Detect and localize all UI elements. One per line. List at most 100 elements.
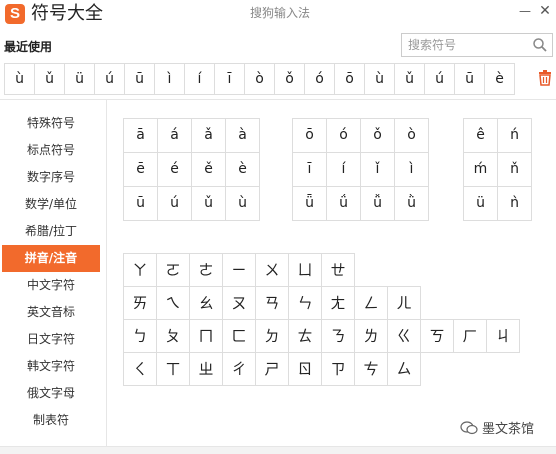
symbol-cell[interactable]: ǒ: [361, 119, 395, 153]
symbol-cell[interactable]: ㄎ: [420, 319, 454, 353]
recent-symbol-cell[interactable]: ü: [65, 64, 95, 94]
symbol-cell[interactable]: ê: [464, 119, 498, 153]
symbol-cell[interactable]: ㄈ: [222, 319, 256, 353]
symbol-cell[interactable]: à: [226, 119, 260, 153]
symbol-cell[interactable]: ㄓ: [189, 352, 223, 386]
symbol-cell[interactable]: ū: [124, 187, 158, 221]
recent-symbol-cell[interactable]: ù: [365, 64, 395, 94]
symbol-cell[interactable]: á: [158, 119, 192, 153]
symbol-cell[interactable]: ㄋ: [321, 319, 355, 353]
symbol-cell[interactable]: ㄛ: [156, 253, 190, 287]
symbol-cell[interactable]: ㄤ: [321, 286, 355, 320]
symbol-cell[interactable]: ㄐ: [486, 319, 520, 353]
symbol-cell[interactable]: ㄑ: [123, 352, 157, 386]
recent-symbol-cell[interactable]: ǔ: [35, 64, 65, 94]
symbol-cell[interactable]: ㄕ: [255, 352, 289, 386]
symbol-cell[interactable]: ㄏ: [453, 319, 487, 353]
symbol-cell[interactable]: ǐ: [361, 153, 395, 187]
symbol-cell[interactable]: ㄉ: [255, 319, 289, 353]
sidebar-item[interactable]: 特殊符号: [2, 110, 100, 137]
symbol-cell[interactable]: ì: [395, 153, 429, 187]
sidebar-item[interactable]: 日文字符: [2, 326, 100, 353]
symbol-cell[interactable]: í: [327, 153, 361, 187]
symbol-cell[interactable]: ī: [293, 153, 327, 187]
symbol-cell[interactable]: ㄅ: [123, 319, 157, 353]
recent-symbol-cell[interactable]: ō: [335, 64, 365, 94]
search-input[interactable]: [402, 34, 526, 56]
symbol-cell[interactable]: ǔ: [192, 187, 226, 221]
recent-symbol-cell[interactable]: í: [185, 64, 215, 94]
recent-symbol-cell[interactable]: ū: [455, 64, 485, 94]
sidebar-item[interactable]: 数学/单位: [2, 191, 100, 218]
sidebar-item[interactable]: 拼音/注音: [2, 245, 100, 272]
symbol-cell[interactable]: ǜ: [395, 187, 429, 221]
symbol-cell[interactable]: ㄍ: [387, 319, 421, 353]
symbol-cell[interactable]: ó: [327, 119, 361, 153]
recent-symbol-cell[interactable]: ǒ: [275, 64, 305, 94]
recent-symbol-cell[interactable]: è: [485, 64, 515, 94]
symbol-cell[interactable]: ㄠ: [189, 286, 223, 320]
sidebar-item[interactable]: 俄文字母: [2, 380, 100, 407]
symbol-cell[interactable]: ǚ: [361, 187, 395, 221]
symbol-cell[interactable]: è: [226, 153, 260, 187]
symbol-cell[interactable]: ㄥ: [354, 286, 388, 320]
symbol-cell[interactable]: ǎ: [192, 119, 226, 153]
symbol-cell[interactable]: ǘ: [327, 187, 361, 221]
symbol-cell[interactable]: ㄚ: [123, 253, 157, 287]
symbol-cell[interactable]: ň: [498, 153, 532, 187]
sidebar-item[interactable]: 英文音标: [2, 299, 100, 326]
symbol-cell[interactable]: ㄩ: [288, 253, 322, 287]
recent-symbol-cell[interactable]: ū: [125, 64, 155, 94]
symbol-cell[interactable]: ń: [498, 119, 532, 153]
symbol-cell[interactable]: ā: [124, 119, 158, 153]
symbol-cell[interactable]: é: [158, 153, 192, 187]
symbol-cell[interactable]: ㄆ: [156, 319, 190, 353]
symbol-cell[interactable]: ㄟ: [156, 286, 190, 320]
sidebar-item[interactable]: 制表符: [2, 407, 100, 434]
recent-symbol-cell[interactable]: ǔ: [395, 64, 425, 94]
symbol-cell[interactable]: ō: [293, 119, 327, 153]
sidebar-item[interactable]: 中文字符: [2, 272, 100, 299]
recent-symbol-cell[interactable]: ú: [95, 64, 125, 94]
sidebar-item[interactable]: 韩文字符: [2, 353, 100, 380]
recent-symbol-cell[interactable]: ó: [305, 64, 335, 94]
symbol-cell[interactable]: ǖ: [293, 187, 327, 221]
recent-symbol-cell[interactable]: ì: [155, 64, 185, 94]
symbol-cell[interactable]: ㄦ: [387, 286, 421, 320]
symbol-cell[interactable]: ㄡ: [222, 286, 256, 320]
symbol-cell[interactable]: ㄜ: [189, 253, 223, 287]
recent-symbol-cell[interactable]: ī: [215, 64, 245, 94]
close-button[interactable]: ✕: [536, 2, 554, 20]
symbol-cell[interactable]: ú: [158, 187, 192, 221]
symbol-cell[interactable]: ḿ: [464, 153, 498, 187]
symbol-cell[interactable]: ㄊ: [288, 319, 322, 353]
symbol-cell[interactable]: ü: [464, 187, 498, 221]
symbol-cell[interactable]: ㄝ: [321, 253, 355, 287]
symbol-cell[interactable]: ㄢ: [255, 286, 289, 320]
symbol-cell[interactable]: ㄒ: [156, 352, 190, 386]
symbol-cell[interactable]: ǹ: [498, 187, 532, 221]
symbol-cell[interactable]: ù: [226, 187, 260, 221]
symbol-cell[interactable]: ě: [192, 153, 226, 187]
symbol-cell[interactable]: ㄗ: [321, 352, 355, 386]
search-icon[interactable]: [532, 37, 548, 53]
search-box[interactable]: [401, 33, 553, 57]
minimize-button[interactable]: —: [516, 2, 534, 20]
sidebar-item[interactable]: 数字序号: [2, 164, 100, 191]
symbol-cell[interactable]: ò: [395, 119, 429, 153]
symbol-cell[interactable]: ㄖ: [288, 352, 322, 386]
recent-symbol-cell[interactable]: ò: [245, 64, 275, 94]
symbol-cell[interactable]: ē: [124, 153, 158, 187]
symbol-cell[interactable]: ㄣ: [288, 286, 322, 320]
symbol-cell[interactable]: ㄙ: [387, 352, 421, 386]
symbol-cell[interactable]: ㄞ: [123, 286, 157, 320]
sidebar-item[interactable]: 希腊/拉丁: [2, 218, 100, 245]
symbol-cell[interactable]: ㄘ: [354, 352, 388, 386]
recent-symbol-cell[interactable]: ú: [425, 64, 455, 94]
symbol-cell[interactable]: ㄔ: [222, 352, 256, 386]
symbol-cell[interactable]: ㄌ: [354, 319, 388, 353]
symbol-cell[interactable]: ㄨ: [255, 253, 289, 287]
symbol-cell[interactable]: ㄇ: [189, 319, 223, 353]
trash-icon[interactable]: [538, 70, 552, 86]
symbol-cell[interactable]: ㄧ: [222, 253, 256, 287]
